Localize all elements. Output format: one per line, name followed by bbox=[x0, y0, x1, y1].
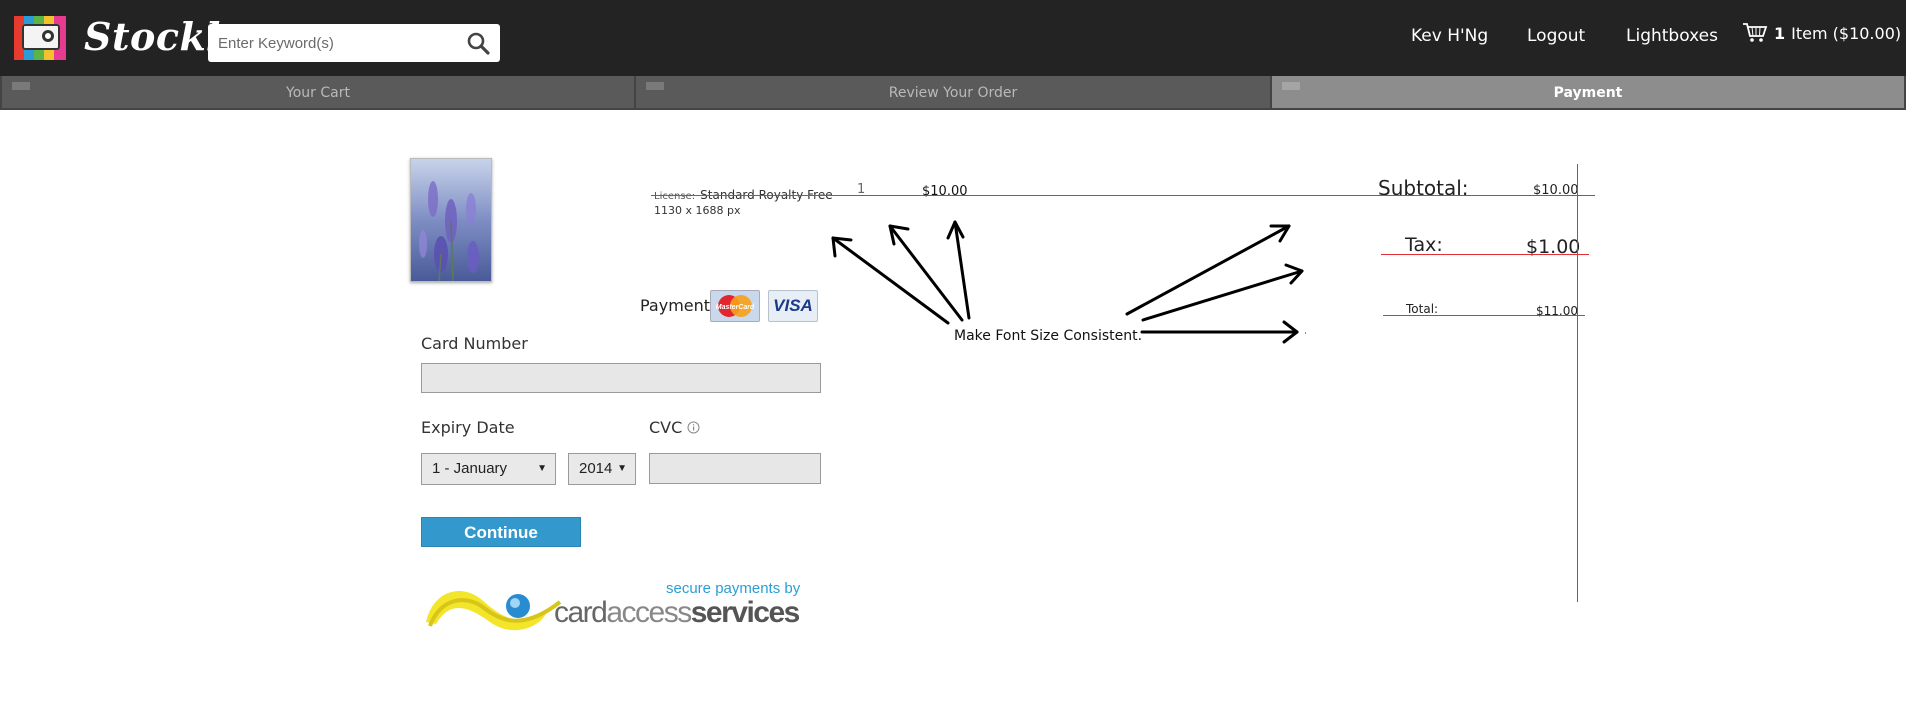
provider-tagline: secure payments by bbox=[666, 580, 801, 597]
guide-line bbox=[1577, 164, 1578, 602]
license-line: License: Standard Royalty Free bbox=[654, 184, 833, 203]
cvc-label-text: CVC bbox=[649, 418, 683, 437]
visa-icon: VISA bbox=[768, 290, 818, 322]
nav-logout[interactable]: Logout bbox=[1527, 26, 1585, 46]
expiry-date-label: Expiry Date bbox=[421, 418, 515, 437]
license-prefix: License: bbox=[654, 191, 696, 202]
guide-line bbox=[1381, 254, 1589, 255]
card-access-services-logo: secure payments by cardaccessservices bbox=[420, 578, 810, 636]
search-box bbox=[208, 24, 500, 62]
provider-name-part: services bbox=[690, 596, 801, 629]
product-thumbnail[interactable] bbox=[410, 158, 492, 282]
arrow-line bbox=[953, 220, 971, 320]
nav-lightboxes[interactable]: Lightboxes bbox=[1626, 26, 1718, 46]
expiry-year-select[interactable]: 2014 ▼ bbox=[568, 453, 636, 485]
cart-total: Item ($10.00) bbox=[1791, 23, 1902, 43]
cart-count: 1 bbox=[1774, 23, 1786, 43]
provider-name: cardaccessservices bbox=[554, 596, 801, 630]
payment-title: Payment bbox=[640, 296, 711, 315]
step-marker bbox=[646, 82, 664, 90]
card-number-label: Card Number bbox=[421, 334, 528, 353]
step-label: Review Your Order bbox=[888, 85, 1018, 101]
cvc-input[interactable] bbox=[649, 453, 821, 484]
search-icon[interactable] bbox=[466, 31, 490, 55]
arrowhead-icon bbox=[1269, 224, 1291, 243]
arrowhead-icon bbox=[1284, 263, 1304, 285]
provider-name-part: card bbox=[554, 596, 608, 629]
nav-user[interactable]: Kev H'Ng bbox=[1411, 26, 1488, 46]
expiry-month-select[interactable]: 1 - January ▼ bbox=[421, 453, 556, 485]
step-label: Your Cart bbox=[286, 85, 350, 101]
arrowhead-icon bbox=[946, 220, 965, 240]
step-marker bbox=[1282, 82, 1300, 90]
cvc-label: CVC bbox=[649, 418, 700, 437]
annotation-text: Make Font Size Consistent. bbox=[954, 328, 1143, 344]
total-label: Total: bbox=[1406, 302, 1439, 316]
search-input[interactable] bbox=[208, 24, 458, 62]
stockbo-logo-icon[interactable] bbox=[12, 12, 68, 62]
arrowhead-icon bbox=[888, 224, 910, 246]
info-icon[interactable] bbox=[687, 421, 700, 434]
lavender-image bbox=[411, 159, 491, 281]
arrow-line bbox=[888, 224, 964, 322]
provider-name-part: access bbox=[606, 596, 692, 629]
cart-icon bbox=[1743, 23, 1768, 42]
mastercard-text: MasterCard bbox=[716, 304, 755, 311]
arrow-line bbox=[1125, 224, 1291, 316]
step-label: Payment bbox=[1553, 85, 1623, 101]
arrowhead-icon bbox=[831, 236, 853, 258]
step-review-order[interactable]: Review Your Order bbox=[634, 76, 1272, 110]
dropdown-arrow-icon: ▼ bbox=[617, 463, 627, 474]
top-bar: Stockbo Kev H'Ng Logout Lightboxes 1 Ite… bbox=[0, 0, 1906, 76]
step-payment[interactable]: Payment bbox=[1270, 76, 1906, 110]
continue-button[interactable]: Continue bbox=[421, 517, 581, 547]
card-number-input[interactable] bbox=[421, 363, 821, 393]
arrow-line bbox=[831, 236, 950, 325]
tax-label: Tax: bbox=[1405, 234, 1443, 256]
arrow-line bbox=[1141, 269, 1304, 322]
cart-summary[interactable]: 1 Item ($10.00) bbox=[1742, 22, 1901, 44]
step-marker bbox=[12, 82, 30, 90]
guide-line bbox=[1383, 315, 1585, 316]
mastercard-icon: MasterCard bbox=[710, 290, 760, 322]
checkout-steps: Your Cart Review Your Order Payment bbox=[0, 76, 1906, 110]
expiry-year-value: 2014 bbox=[579, 460, 613, 477]
image-dimensions: 1130 x 1688 px bbox=[654, 204, 741, 217]
dropdown-arrow-icon: ▼ bbox=[537, 463, 547, 474]
expiry-month-value: 1 - January bbox=[432, 460, 508, 477]
arrowhead-icon bbox=[1282, 320, 1299, 344]
subtotal-label: Subtotal: bbox=[1378, 176, 1469, 200]
step-your-cart[interactable]: Your Cart bbox=[0, 76, 636, 110]
guide-line bbox=[651, 195, 1595, 196]
swoosh-icon bbox=[426, 590, 562, 631]
item-price: $10.00 bbox=[922, 184, 968, 199]
